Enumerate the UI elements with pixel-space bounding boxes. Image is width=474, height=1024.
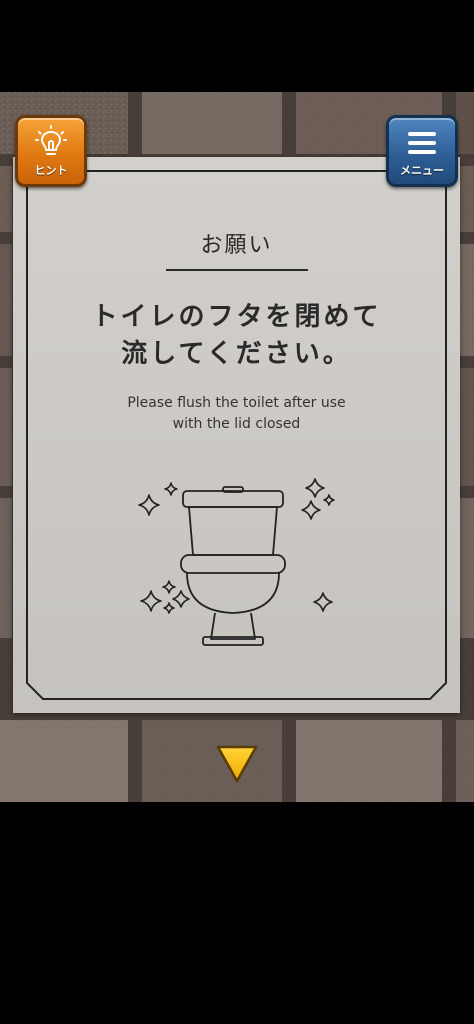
notice-sign[interactable]: お願い トイレのフタを閉めて 流してください。 Please flush the… [13, 157, 460, 713]
lightbulb-icon [18, 124, 84, 160]
down-arrow-icon [216, 745, 258, 783]
hamburger-menu-icon [389, 124, 455, 160]
toilet-icon [138, 478, 335, 646]
english-line: Please flush the toilet after use [127, 395, 346, 411]
sign-main-message: トイレのフタを閉めて 流してください。 [13, 299, 460, 373]
menu-button[interactable]: メニュー [386, 115, 458, 187]
main-line: トイレのフタを閉めて [91, 302, 382, 332]
title-underline [166, 269, 308, 271]
menu-button-label: メニュー [400, 164, 444, 177]
hint-button-label: ヒント [34, 164, 68, 177]
sparkle-icons [138, 478, 335, 614]
sign-title: お願い [200, 233, 273, 258]
sign-english-message: Please flush the toilet after use with t… [13, 393, 460, 435]
english-line: with the lid closed [172, 416, 301, 432]
down-arrow-button[interactable] [214, 741, 260, 787]
hint-button[interactable]: ヒント [15, 115, 87, 187]
game-screen: お願い トイレのフタを閉めて 流してください。 Please flush the… [0, 0, 474, 1024]
main-line: 流してください。 [121, 339, 352, 369]
